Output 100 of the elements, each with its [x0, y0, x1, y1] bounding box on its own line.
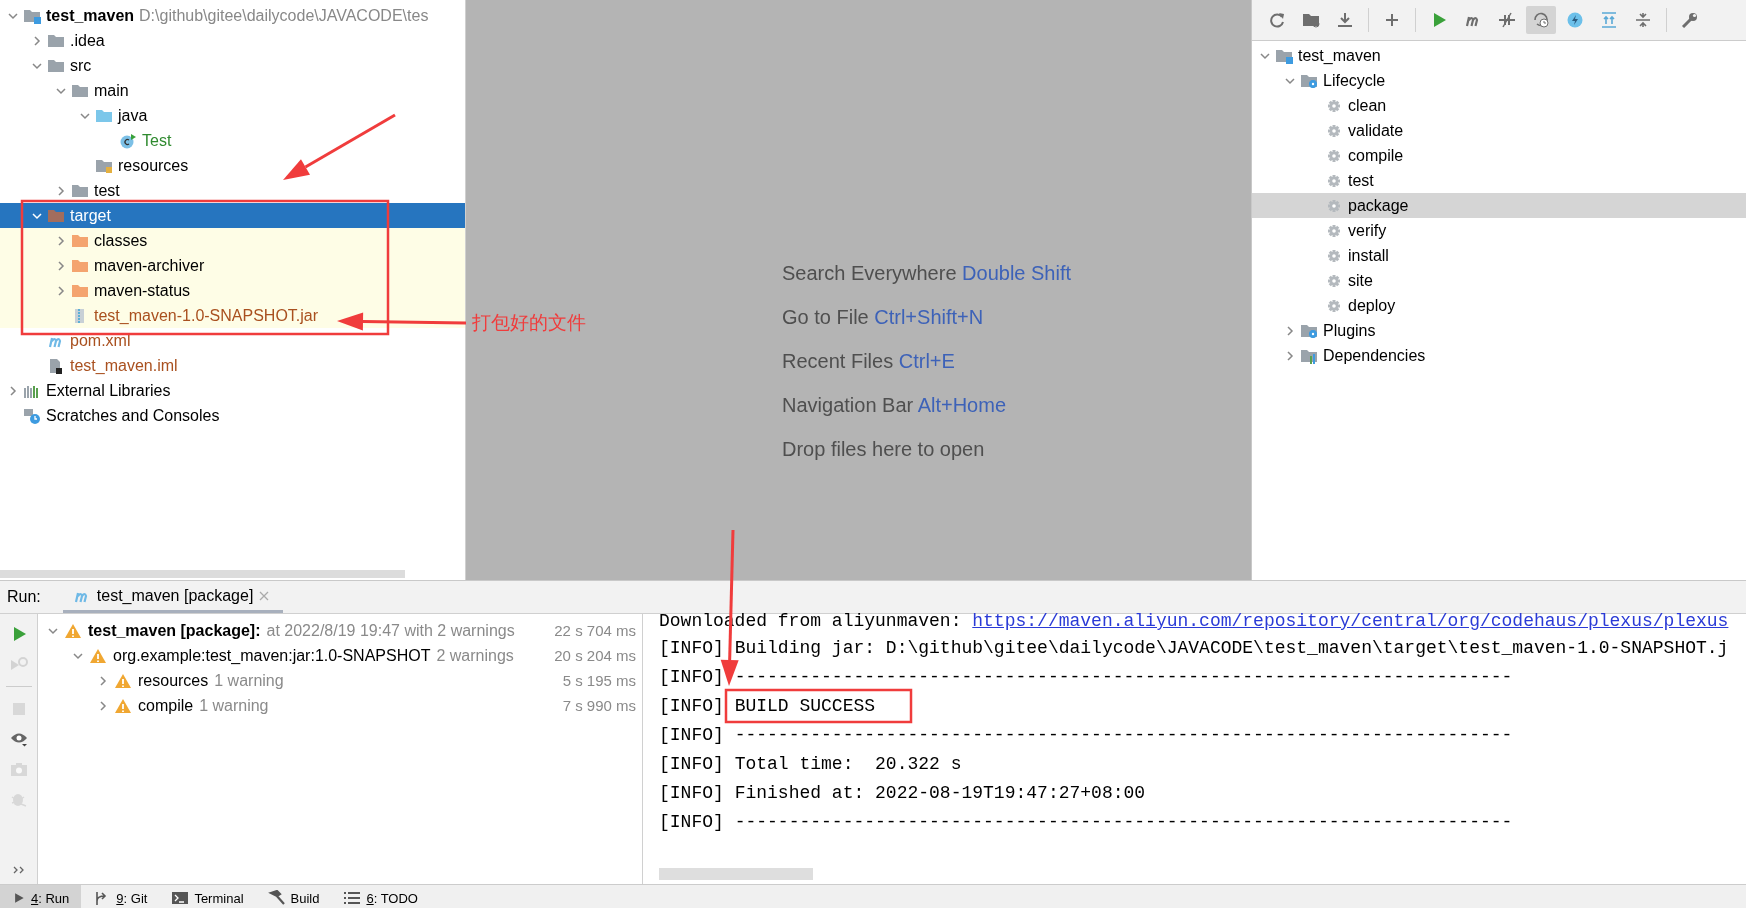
tree-item[interactable]: test_maven D:\github\gitee\dailycode\JAVACODE\tes	[0, 3, 465, 28]
tree-item[interactable]: install	[1252, 243, 1746, 268]
tree-item[interactable]: validate	[1252, 118, 1746, 143]
excluded-folder-icon	[47, 207, 65, 224]
folder-icon	[71, 232, 89, 249]
tree-item[interactable]: verify	[1252, 218, 1746, 243]
rerun-icon	[9, 656, 28, 672]
tree-item[interactable]: classes	[0, 228, 465, 253]
hint-text: Go to File Ctrl+Shift+N	[782, 306, 985, 329]
gear-icon	[1325, 297, 1343, 314]
tree-item[interactable]: compile	[1252, 143, 1746, 168]
tree-item[interactable]: package	[1252, 193, 1746, 218]
tree-item[interactable]: Scratches and Consoles	[0, 403, 465, 428]
chevron-icon[interactable]	[73, 650, 83, 661]
item-label: test_maven	[1298, 46, 1381, 65]
wrench-icon	[1681, 12, 1699, 28]
camera-icon	[9, 761, 28, 777]
scrollbar-thumb[interactable]	[659, 868, 813, 880]
scrollbar-thumb[interactable]	[0, 570, 405, 578]
item-label: Scratches and Consoles	[46, 406, 220, 425]
gear-icon	[1325, 222, 1343, 239]
tree-item[interactable]: test_maven.iml	[0, 353, 465, 378]
log-message: BUILD SUCCESS	[734, 696, 876, 716]
annotation-note: 打包好的文件	[472, 310, 586, 335]
tree-item[interactable]: deploy	[1252, 293, 1746, 318]
chevron-icon[interactable]	[56, 260, 66, 271]
chevron-icon[interactable]	[80, 110, 90, 121]
log-level: [INFO]	[659, 667, 724, 687]
run-tab[interactable]: test_maven [package]	[62, 581, 284, 613]
log-message: Total time: 20.322 s	[734, 754, 962, 774]
close-icon[interactable]	[259, 590, 270, 601]
chevron-icon[interactable]	[1260, 50, 1270, 61]
chevron-icon[interactable]	[8, 385, 18, 396]
tool-button[interactable]	[9, 731, 28, 747]
chevron-icon[interactable]	[48, 625, 58, 636]
tree-item[interactable]: test_maven-1.0-SNAPSHOT.jar	[0, 303, 465, 328]
chevron-icon[interactable]	[56, 85, 66, 96]
item-label: validate	[1348, 121, 1404, 140]
console-link[interactable]: https://maven.aliyun.com/repository/central/org/codehaus/plexus/plexus	[972, 611, 1729, 631]
tree-item[interactable]: test	[1252, 168, 1746, 193]
tree-item[interactable]: resources	[0, 153, 465, 178]
log-level: [INFO]	[659, 812, 724, 832]
chevron-icon[interactable]	[56, 235, 66, 246]
chevron-icon[interactable]	[98, 700, 108, 711]
tree-item[interactable]: Test	[0, 128, 465, 153]
task-name: resources	[138, 671, 209, 690]
folder-icon	[71, 182, 89, 199]
chevron-icon[interactable]	[1285, 75, 1295, 86]
tree-item[interactable]: site	[1252, 268, 1746, 293]
chevron-icon[interactable]	[56, 285, 66, 296]
module-file-icon	[47, 357, 65, 374]
chevron-icon[interactable]	[98, 675, 108, 686]
tree-item[interactable]: src	[0, 53, 465, 78]
log-message: ------------------------------------------------------------------------	[734, 812, 1513, 832]
chevron-icon[interactable]	[32, 60, 42, 71]
chevron-icon[interactable]	[8, 10, 18, 21]
tool-window-tab[interactable]: 4: Run	[0, 885, 82, 908]
gear-icon	[1325, 122, 1343, 139]
tree-item[interactable]: External Libraries	[0, 378, 465, 403]
tool-window-tab[interactable]: Build	[255, 885, 332, 908]
tree-item[interactable]: maven-archiver	[0, 253, 465, 278]
item-label: classes	[94, 231, 148, 250]
expand-all-icon	[1600, 12, 1618, 28]
tree-item[interactable]: test_maven	[1252, 43, 1746, 68]
chevron-icon[interactable]	[56, 185, 66, 196]
tree-item[interactable]: pom.xml	[0, 328, 465, 353]
chevron-icon[interactable]	[1285, 325, 1295, 336]
tree-item[interactable]: Plugins	[1252, 318, 1746, 343]
item-label: resources	[118, 156, 189, 175]
tool-window-tab[interactable]: Terminal	[159, 885, 256, 908]
tree-item[interactable]: resources 1 warning 5 s 195 ms	[38, 668, 642, 693]
tree-item[interactable]: test_maven [package]: at 2022/8/19 19:47 with 2 warnings 22 s 704 ms	[38, 618, 642, 643]
tree-item[interactable]: maven-status	[0, 278, 465, 303]
warning-icon	[114, 697, 132, 714]
toggle-icon	[1498, 12, 1516, 28]
item-label: Lifecycle	[1323, 71, 1386, 90]
play-icon	[12, 891, 26, 905]
hint-text: Navigation Bar Alt+Home	[782, 394, 1007, 417]
chevron-icon[interactable]	[32, 210, 42, 221]
tree-item[interactable]: test	[0, 178, 465, 203]
tree-item[interactable]: org.example:test_maven:jar:1.0-SNAPSHOT 2 warnings 20 s 204 ms	[38, 643, 642, 668]
item-label: test	[94, 181, 120, 200]
hint-text: Search Everywhere Double Shift	[782, 262, 1073, 285]
tree-item[interactable]: .idea	[0, 28, 465, 53]
tree-item[interactable]: clean	[1252, 93, 1746, 118]
tool-window-tab[interactable]: 6: TODO	[331, 885, 430, 908]
tree-item[interactable]: java	[0, 103, 465, 128]
item-label: package	[1348, 196, 1409, 215]
toolbar-button[interactable]	[1526, 6, 1556, 34]
tree-item[interactable]: compile 1 warning 7 s 990 ms	[38, 693, 642, 718]
tree-item[interactable]: Dependencies	[1252, 343, 1746, 368]
folder-icon	[71, 82, 89, 99]
tree-item[interactable]: target	[0, 203, 465, 228]
log-level: [INFO]	[659, 638, 724, 658]
chevron-icon[interactable]	[1285, 350, 1295, 361]
chevron-icon[interactable]	[32, 35, 42, 46]
tree-item[interactable]: Lifecycle	[1252, 68, 1746, 93]
tree-item[interactable]: main	[0, 78, 465, 103]
item-label: Plugins	[1323, 321, 1376, 340]
tool-window-tab[interactable]: 9: Git	[81, 885, 160, 908]
